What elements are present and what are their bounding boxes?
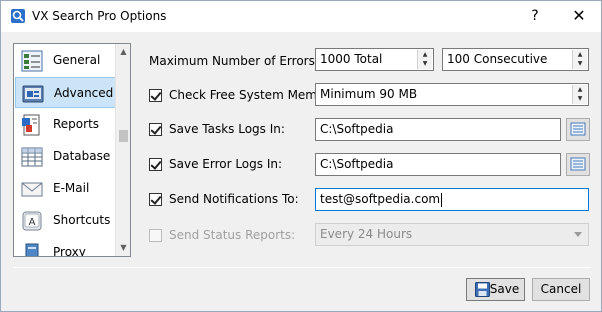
error-logs-browse-button[interactable] [566, 153, 590, 176]
notifications-checkbox[interactable] [149, 193, 162, 206]
sidebar-item-label: Database [53, 149, 111, 163]
general-icon [21, 50, 43, 72]
sidebar-item-advanced[interactable]: Advanced [15, 77, 116, 108]
sidebar-item-label: Proxy [53, 245, 86, 257]
error-logs-path: C:\Softpedia [320, 157, 394, 171]
spin-buttons[interactable]: ▲ ▼ [417, 50, 432, 69]
options-dialog: VX Search Pro Options ? ✕ General Advanc… [0, 0, 602, 312]
email-icon [21, 182, 43, 197]
footer-divider [13, 267, 591, 268]
title-bar: VX Search Pro Options ? ✕ [1, 1, 601, 32]
spin-buttons[interactable]: ▲ ▼ [572, 85, 587, 104]
sidebar-item-database[interactable]: Database [15, 141, 116, 172]
svg-text:A: A [29, 217, 36, 228]
database-icon [21, 147, 43, 167]
text-cursor [441, 192, 443, 207]
notifications-email: test@softpedia.com [320, 192, 441, 206]
chevron-down-icon [574, 232, 582, 237]
max-errors-consecutive-value: 100 Consecutive [447, 52, 548, 66]
close-button[interactable]: ✕ [557, 1, 601, 31]
spin-down-icon[interactable]: ▼ [573, 59, 587, 68]
browse-icon [570, 122, 586, 136]
sidebar-item-label: Reports [53, 117, 100, 131]
task-logs-browse-button[interactable] [566, 118, 590, 141]
max-errors-total-value: 1000 Total [320, 52, 383, 66]
app-icon [11, 9, 25, 23]
task-logs-label: Save Tasks Logs In: [169, 122, 285, 136]
cancel-button[interactable]: Cancel [532, 278, 590, 301]
task-logs-checkbox[interactable] [149, 123, 162, 136]
error-logs-label: Save Error Logs In: [169, 157, 283, 171]
free-memory-checkbox[interactable] [149, 89, 162, 102]
status-reports-select[interactable]: Every 24 Hours [315, 223, 589, 246]
save-label: Save [489, 282, 520, 296]
free-memory-stepper[interactable]: Minimum 90 MB ▲ ▼ [315, 83, 589, 106]
sidebar-item-reports[interactable]: Reports [15, 109, 116, 140]
error-logs-path-input[interactable]: C:\Softpedia [315, 153, 561, 176]
save-icon [475, 282, 490, 297]
proxy-icon [25, 243, 39, 256]
spin-down-icon[interactable]: ▼ [418, 59, 432, 68]
sidebar-item-label: E-Mail [53, 181, 90, 195]
max-errors-total-stepper[interactable]: 1000 Total ▲ ▼ [315, 48, 434, 71]
scroll-down-icon[interactable]: ▼ [116, 241, 130, 255]
category-list[interactable]: General Advanced Reports Database E-Mail… [13, 43, 131, 257]
spin-up-icon[interactable]: ▲ [573, 85, 587, 94]
cancel-label: Cancel [540, 282, 582, 296]
max-errors-label: Maximum Number of Errors: [149, 54, 319, 68]
status-reports-label: Send Status Reports: [169, 228, 296, 242]
sidebar-item-email[interactable]: E-Mail [15, 173, 116, 204]
scroll-thumb[interactable] [119, 130, 128, 142]
sidebar-scrollbar[interactable]: ▲ ▼ [115, 44, 130, 256]
scroll-up-icon[interactable]: ▲ [116, 45, 130, 59]
sidebar-item-label: Advanced [54, 86, 114, 100]
window-title: VX Search Pro Options [32, 9, 167, 23]
task-logs-path: C:\Softpedia [320, 122, 394, 136]
reports-icon [22, 114, 40, 136]
sidebar-item-shortcuts[interactable]: A Shortcuts [15, 205, 116, 236]
sidebar-item-proxy[interactable]: Proxy [15, 237, 116, 257]
error-logs-checkbox[interactable] [149, 158, 162, 171]
help-button[interactable]: ? [517, 1, 553, 31]
status-reports-value: Every 24 Hours [320, 227, 413, 241]
free-memory-label: Check Free System Memory: [169, 88, 340, 102]
shortcuts-icon: A [22, 211, 42, 231]
max-errors-consecutive-stepper[interactable]: 100 Consecutive ▲ ▼ [442, 48, 589, 71]
sidebar-item-label: Shortcuts [53, 213, 111, 227]
advanced-icon [22, 85, 44, 103]
status-reports-checkbox[interactable] [149, 229, 162, 242]
sidebar-item-general[interactable]: General [15, 45, 116, 76]
notifications-label: Send Notifications To: [169, 192, 299, 206]
free-memory-value: Minimum 90 MB [320, 87, 418, 101]
task-logs-path-input[interactable]: C:\Softpedia [315, 118, 561, 141]
spin-down-icon[interactable]: ▼ [573, 94, 587, 103]
spin-up-icon[interactable]: ▲ [418, 50, 432, 59]
browse-icon [570, 157, 586, 171]
spin-buttons[interactable]: ▲ ▼ [572, 50, 587, 69]
sidebar-item-label: General [53, 53, 101, 67]
spin-up-icon[interactable]: ▲ [573, 50, 587, 59]
save-button[interactable]: Save [466, 278, 525, 301]
notifications-email-input[interactable]: test@softpedia.com [315, 188, 589, 211]
